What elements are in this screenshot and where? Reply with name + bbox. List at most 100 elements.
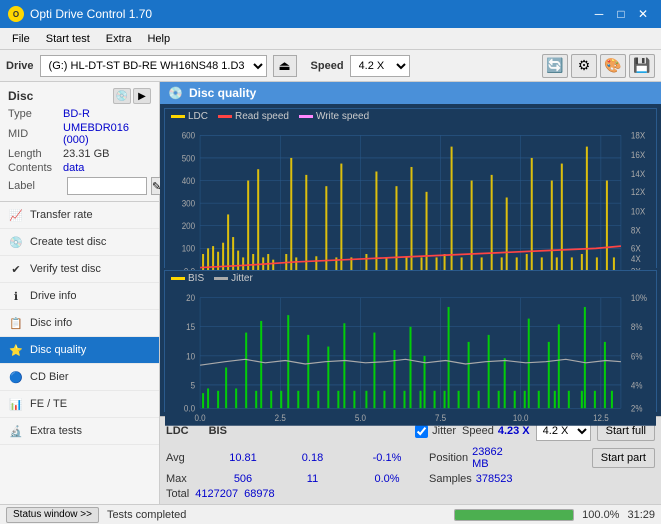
chart2-legend: BIS Jitter: [165, 271, 656, 286]
disc-contents-label: Contents: [8, 162, 63, 174]
menu-help[interactable]: Help: [139, 31, 178, 47]
right-content: 💿 Disc quality LDC Read speed: [160, 82, 661, 504]
settings-button[interactable]: ⚙: [571, 54, 597, 78]
svg-text:8X: 8X: [631, 225, 641, 236]
avg-label: Avg: [166, 452, 206, 464]
title-bar: O Opti Drive Control 1.70 ─ □ ✕: [0, 0, 661, 28]
verify-test-disc-icon: ✔: [8, 261, 24, 277]
label-input[interactable]: [67, 177, 147, 195]
svg-text:10.0: 10.0: [513, 413, 529, 424]
write-legend-dot: [299, 115, 313, 118]
speed-select[interactable]: 4.2 X: [350, 55, 410, 77]
svg-text:6X: 6X: [631, 243, 641, 254]
status-text: Tests completed: [107, 509, 446, 521]
disc-contents-value: data: [63, 162, 84, 174]
svg-text:10%: 10%: [631, 293, 647, 304]
max-bis: 11: [280, 473, 345, 485]
sidebar-item-verify-test-disc[interactable]: ✔ Verify test disc: [0, 256, 159, 283]
disc-icon-1[interactable]: 💿: [113, 88, 131, 104]
menu-file[interactable]: File: [4, 31, 38, 47]
eject-button[interactable]: ⏏: [273, 55, 297, 77]
title-bar-text: Opti Drive Control 1.70: [30, 7, 152, 21]
disc-type-label: Type: [8, 108, 63, 120]
progress-bar-container: [454, 509, 574, 521]
maximize-button[interactable]: □: [611, 5, 631, 23]
max-label: Max: [166, 473, 206, 485]
save-button[interactable]: 💾: [629, 54, 655, 78]
close-button[interactable]: ✕: [633, 5, 653, 23]
svg-text:4X: 4X: [631, 253, 641, 264]
legend-jitter: Jitter: [214, 273, 253, 284]
svg-text:2%: 2%: [631, 403, 643, 414]
sidebar-item-drive-info[interactable]: ℹ Drive info: [0, 283, 159, 310]
status-window-button[interactable]: Status window >>: [6, 507, 99, 523]
svg-text:0.0: 0.0: [195, 413, 206, 424]
disc-contents-row: Contents data: [8, 162, 151, 174]
speed-label: Speed: [311, 60, 344, 72]
sidebar-item-create-test-disc[interactable]: 💿 Create test disc: [0, 229, 159, 256]
legend-write: Write speed: [299, 111, 369, 122]
transfer-rate-icon: 📈: [8, 207, 24, 223]
chart1-legend: LDC Read speed Write speed: [165, 109, 656, 124]
svg-text:14X: 14X: [631, 169, 646, 180]
disc-icon-2[interactable]: ▶: [133, 88, 151, 104]
svg-text:200: 200: [182, 221, 196, 232]
total-row: Max 506 11 0.0% Samples 378523: [166, 473, 655, 485]
sidebar-item-disc-quality[interactable]: ⭐ Disc quality: [0, 337, 159, 364]
svg-text:4%: 4%: [631, 380, 643, 391]
drive-select[interactable]: (G:) HL-DT-ST BD-RE WH16NS48 1.D3: [40, 55, 267, 77]
sidebar: Disc 💿 ▶ Type BD-R MID UMEBDR016 (000) L…: [0, 82, 160, 504]
progress-text: 100.0%: [582, 509, 619, 521]
minimize-button[interactable]: ─: [589, 5, 609, 23]
disc-info-icon: 📋: [8, 315, 24, 331]
svg-text:6%: 6%: [631, 351, 643, 362]
menu-extra[interactable]: Extra: [98, 31, 140, 47]
ldc-legend-dot: [171, 115, 185, 118]
samples-label: Samples: [429, 473, 472, 485]
sidebar-item-transfer-rate[interactable]: 📈 Transfer rate: [0, 202, 159, 229]
disc-quality-header: 💿 Disc quality: [160, 82, 661, 104]
disc-type-row: Type BD-R: [8, 108, 151, 120]
chart1: LDC Read speed Write speed: [164, 108, 657, 268]
sidebar-item-cd-bier[interactable]: 🔵 CD Bier: [0, 364, 159, 391]
sidebar-item-disc-info[interactable]: 📋 Disc info: [0, 310, 159, 337]
color-button[interactable]: 🎨: [600, 54, 626, 78]
avg-jitter: -0.1%: [347, 452, 427, 464]
svg-text:7.5: 7.5: [435, 413, 446, 424]
svg-text:400: 400: [182, 175, 196, 186]
svg-text:20: 20: [186, 293, 195, 304]
menu-bar: File Start test Extra Help: [0, 28, 661, 50]
svg-text:10: 10: [186, 351, 195, 362]
disc-header: Disc 💿 ▶: [8, 88, 151, 104]
disc-mid-label: MID: [8, 128, 63, 140]
drive-toolbar: Drive (G:) HL-DT-ST BD-RE WH16NS48 1.D3 …: [0, 50, 661, 82]
sidebar-item-fe-te[interactable]: 📊 FE / TE: [0, 391, 159, 418]
chart2: BIS Jitter: [164, 270, 657, 412]
disc-quality-icon: ⭐: [8, 342, 24, 358]
time-text: 31:29: [627, 509, 655, 521]
total-ldc: 4127207: [195, 488, 238, 500]
refresh-button[interactable]: 🔄: [542, 54, 568, 78]
disc-label-row: Label ✎: [8, 177, 151, 195]
drive-info-icon: ℹ: [8, 288, 24, 304]
fe-te-icon: 📊: [8, 396, 24, 412]
avg-ldc: 10.81: [208, 452, 278, 464]
total-label: Total: [166, 488, 189, 500]
legend-read: Read speed: [218, 111, 289, 122]
menu-start-test[interactable]: Start test: [38, 31, 98, 47]
title-bar-controls: ─ □ ✕: [589, 5, 653, 23]
cd-bier-icon: 🔵: [8, 369, 24, 385]
svg-text:18X: 18X: [631, 130, 646, 141]
svg-text:15: 15: [186, 322, 195, 333]
drive-label: Drive: [6, 60, 34, 72]
chart1-svg: 600 500 400 300 200 100 0.0 0.0 2.5 5.0 …: [165, 124, 656, 282]
svg-text:2.5: 2.5: [275, 413, 286, 424]
disc-quality-header-icon: 💿: [168, 86, 183, 100]
sidebar-item-extra-tests[interactable]: 🔬 Extra tests: [0, 418, 159, 445]
progress-bar-fill: [455, 510, 573, 520]
disc-length-row: Length 23.31 GB: [8, 148, 151, 160]
start-part-button[interactable]: Start part: [592, 448, 655, 468]
total-bis: 68978: [244, 488, 275, 500]
jitter-legend-dot: [214, 277, 228, 280]
svg-text:100: 100: [182, 243, 196, 254]
